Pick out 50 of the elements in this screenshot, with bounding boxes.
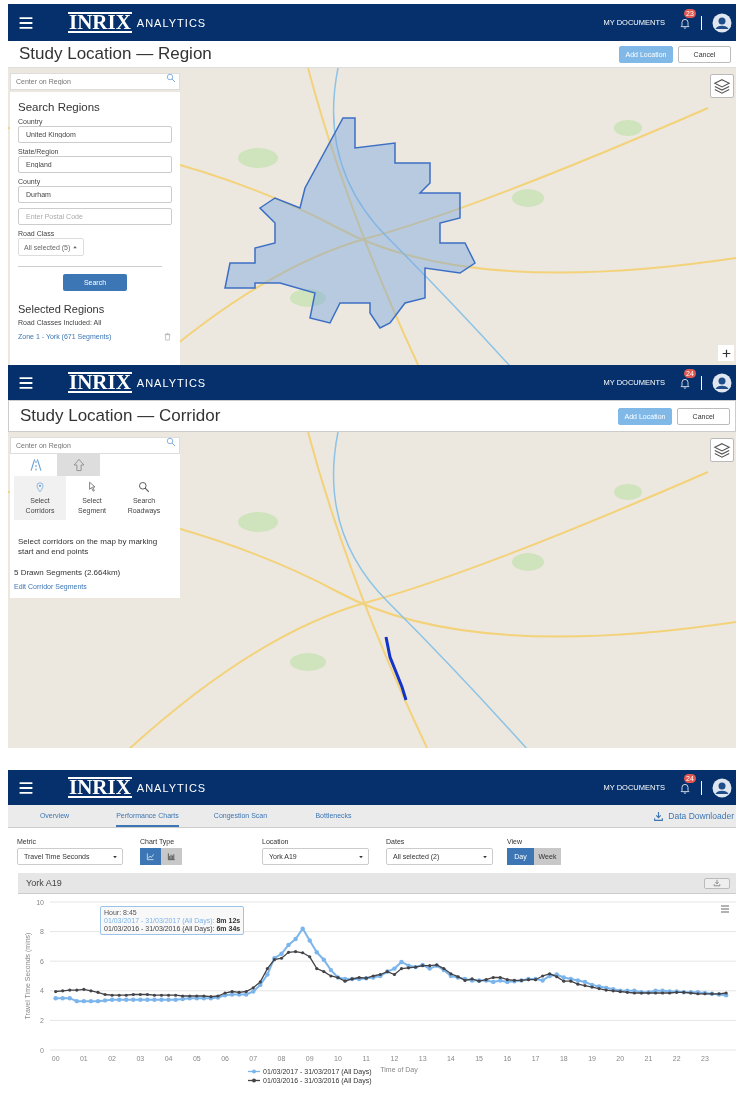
up-arrow-icon bbox=[71, 458, 86, 472]
legend-marker-icon bbox=[248, 1078, 260, 1083]
avatar-icon[interactable] bbox=[712, 777, 732, 798]
download-icon[interactable] bbox=[653, 810, 665, 822]
bar-chart-icon bbox=[167, 852, 176, 861]
chart-type-toggle[interactable] bbox=[140, 848, 161, 865]
menu-icon[interactable] bbox=[18, 374, 34, 391]
panel-heading: Search Regions bbox=[18, 101, 101, 113]
plus-icon bbox=[720, 347, 732, 359]
road-icon bbox=[28, 458, 43, 472]
search-icon bbox=[166, 73, 176, 83]
instructions-text: Select corridors on the map by marking start and end points bbox=[18, 537, 159, 558]
pin-icon bbox=[34, 481, 46, 494]
chart-title: York A19 bbox=[26, 878, 62, 888]
layers-icon bbox=[713, 77, 731, 95]
line-chart-icon bbox=[146, 852, 155, 861]
menu-icon[interactable] bbox=[18, 779, 34, 796]
data-downloader-link[interactable]: Data Downloader bbox=[668, 811, 734, 821]
layers-icon bbox=[713, 441, 731, 459]
bell-icon[interactable] bbox=[679, 16, 691, 29]
download-icon bbox=[713, 879, 721, 887]
caret-icon bbox=[72, 244, 79, 250]
search-icon bbox=[166, 437, 176, 447]
logo: INRIX bbox=[68, 372, 132, 393]
product-name: ANALYTICS bbox=[136, 781, 207, 794]
menu-icon bbox=[720, 904, 730, 914]
product-name: ANALYTICS bbox=[136, 16, 207, 29]
logo: INRIX bbox=[68, 12, 132, 33]
chart-type-toggle[interactable] bbox=[161, 848, 182, 865]
caret-icon bbox=[358, 853, 364, 860]
segments-summary: 5 Drawn Segments (2.664km) bbox=[14, 567, 122, 577]
menu-icon[interactable] bbox=[18, 14, 34, 31]
product-name: ANALYTICS bbox=[136, 376, 207, 389]
caret-icon bbox=[112, 853, 118, 860]
legend-marker-icon bbox=[248, 1069, 260, 1074]
pointer-icon bbox=[86, 481, 98, 494]
zoom-in-button[interactable] bbox=[718, 345, 734, 361]
bell-icon[interactable] bbox=[679, 376, 691, 389]
page-title: Study Location — Corridor bbox=[20, 406, 222, 426]
logo: INRIX bbox=[68, 777, 132, 798]
layers-button[interactable] bbox=[710, 438, 734, 462]
avatar-icon[interactable] bbox=[712, 372, 732, 393]
page-title: Study Location — Region bbox=[19, 44, 213, 64]
search-icon bbox=[138, 481, 150, 494]
layers-button[interactable] bbox=[710, 74, 734, 98]
caret-icon bbox=[482, 853, 488, 860]
section-heading: Selected Regions bbox=[18, 303, 106, 315]
bell-icon[interactable] bbox=[679, 781, 691, 794]
corridor-line bbox=[384, 636, 408, 701]
avatar-icon[interactable] bbox=[712, 12, 732, 33]
